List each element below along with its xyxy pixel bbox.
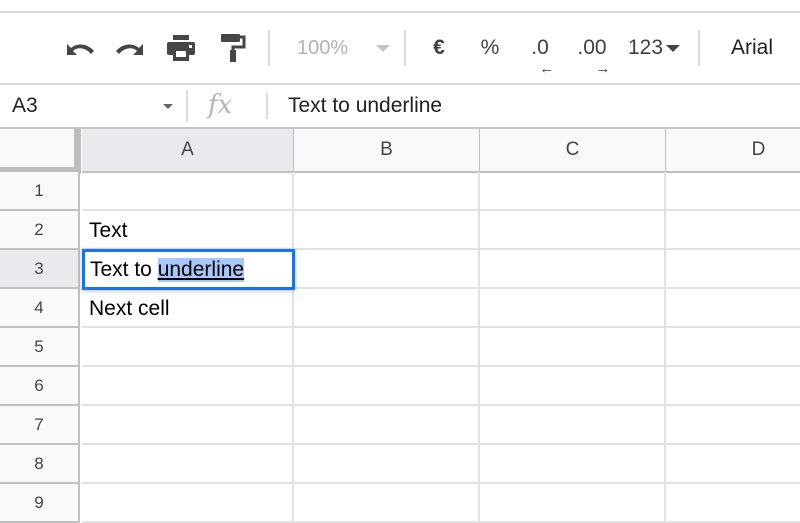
- cell-b6[interactable]: [294, 367, 480, 406]
- decrease-decimal-button[interactable]: .0 ←: [522, 13, 558, 83]
- euro-icon: €: [433, 36, 445, 59]
- top-strip: [0, 0, 800, 13]
- cell-d4[interactable]: [666, 289, 800, 328]
- row-header-1[interactable]: 1: [0, 172, 80, 211]
- cell-b3[interactable]: [294, 250, 480, 289]
- cell-a8[interactable]: [82, 445, 294, 484]
- number-format-select[interactable]: 123: [624, 13, 684, 83]
- cell-a9[interactable]: [82, 484, 294, 523]
- name-box[interactable]: A3: [12, 85, 38, 127]
- increase-decimal-button[interactable]: .00 →: [572, 13, 612, 83]
- arrow-left-icon: ←: [539, 60, 555, 77]
- select-all-corner[interactable]: [0, 129, 81, 174]
- cell-b4[interactable]: [294, 289, 480, 328]
- cell-d2[interactable]: [666, 211, 800, 250]
- column-header-d[interactable]: D: [666, 129, 800, 173]
- row-header-9[interactable]: 9: [0, 484, 80, 523]
- font-select[interactable]: Arial: [722, 13, 782, 83]
- currency-format-button[interactable]: €: [424, 13, 454, 83]
- cell-d7[interactable]: [666, 406, 800, 445]
- redo-icon: [115, 38, 147, 58]
- cell-d3[interactable]: [666, 250, 800, 289]
- redo-button[interactable]: [110, 13, 152, 83]
- cell-c9[interactable]: [480, 484, 666, 523]
- cell-c7[interactable]: [480, 406, 666, 445]
- cell-d5[interactable]: [666, 328, 800, 367]
- selected-text[interactable]: underline: [157, 257, 245, 282]
- font-value: Arial: [730, 36, 773, 59]
- column-header-a[interactable]: A: [82, 129, 294, 173]
- cell-c1[interactable]: [480, 172, 666, 211]
- cell-d6[interactable]: [666, 367, 800, 406]
- row-header-5[interactable]: 5: [0, 328, 80, 367]
- print-icon: [166, 34, 196, 62]
- paint-format-button[interactable]: [212, 13, 254, 83]
- cell-d8[interactable]: [666, 445, 800, 484]
- row-header-3[interactable]: 3: [0, 250, 80, 289]
- formula-separator: [186, 90, 188, 122]
- column-header-c[interactable]: C: [480, 129, 666, 173]
- cell-c3[interactable]: [480, 250, 666, 289]
- chevron-down-icon: [376, 44, 391, 52]
- paint-format-icon: [220, 33, 246, 63]
- percent-format-button[interactable]: %: [474, 13, 506, 83]
- cell-c2[interactable]: [480, 211, 666, 250]
- increase-decimal-icon: .00 →: [577, 36, 611, 77]
- cell-d1[interactable]: [666, 172, 800, 211]
- cell-b5[interactable]: [294, 328, 480, 367]
- active-cell-a3[interactable]: Text to underline: [82, 249, 295, 290]
- cell-a4[interactable]: Next cell: [82, 289, 294, 328]
- sheet-grid: A B C D 1 2 3 4 5 6 7 8 9 Text Next cell: [0, 129, 800, 523]
- toolbar-separator: [698, 30, 700, 66]
- column-header-b[interactable]: B: [294, 129, 480, 173]
- cell-a1[interactable]: [82, 172, 294, 211]
- zoom-select[interactable]: 100%: [297, 13, 407, 83]
- undo-button[interactable]: [58, 13, 100, 83]
- cell-c6[interactable]: [480, 367, 666, 406]
- number-format-label: 123: [627, 36, 664, 59]
- formula-input[interactable]: Text to underline: [288, 85, 442, 127]
- cell-d9[interactable]: [666, 484, 800, 523]
- print-button[interactable]: [160, 13, 202, 83]
- zoom-value: 100%: [297, 36, 349, 59]
- row-header-2[interactable]: 2: [0, 211, 80, 250]
- cell-b2[interactable]: [294, 211, 480, 250]
- decrease-decimal-icon: .0 ←: [531, 36, 555, 77]
- toolbar-separator: [404, 30, 406, 66]
- arrow-right-icon: →: [595, 60, 611, 77]
- cell-b9[interactable]: [294, 484, 480, 523]
- cell-a5[interactable]: [82, 328, 294, 367]
- cell-c4[interactable]: [480, 289, 666, 328]
- row-header-4[interactable]: 4: [0, 289, 80, 328]
- row-header-7[interactable]: 7: [0, 406, 80, 445]
- cell-a6[interactable]: [82, 367, 294, 406]
- undo-icon: [63, 38, 95, 58]
- fx-icon: fx: [208, 90, 233, 120]
- row-header-8[interactable]: 8: [0, 445, 80, 484]
- chevron-down-icon: [666, 44, 681, 52]
- toolbar-separator: [268, 30, 270, 66]
- formula-bar: A3 fx Text to underline: [0, 85, 800, 129]
- percent-icon: %: [480, 36, 500, 59]
- cell-text-prefix: Text to: [90, 257, 158, 281]
- chevron-down-icon[interactable]: [163, 104, 173, 109]
- formula-separator: [266, 93, 268, 119]
- cell-c5[interactable]: [480, 328, 666, 367]
- cell-b1[interactable]: [294, 172, 480, 211]
- cell-a7[interactable]: [82, 406, 294, 445]
- toolbar: 100% € % .0 ← .00 → 123 Arial: [0, 13, 800, 85]
- cell-c8[interactable]: [480, 445, 666, 484]
- cell-a2[interactable]: Text: [82, 211, 294, 250]
- cell-b8[interactable]: [294, 445, 480, 484]
- row-header-6[interactable]: 6: [0, 367, 80, 406]
- cell-b7[interactable]: [294, 406, 480, 445]
